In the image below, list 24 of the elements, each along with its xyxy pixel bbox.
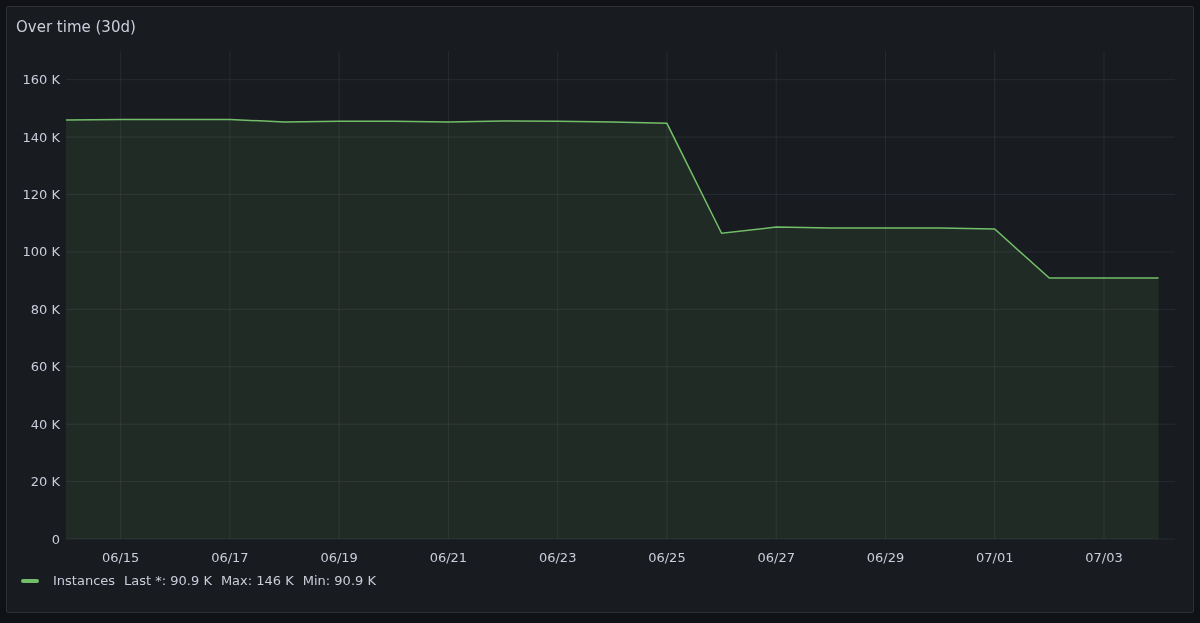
x-axis-label: 06/15 xyxy=(101,550,140,565)
legend-stat: Last *: 90.9 K xyxy=(124,573,212,588)
y-axis-label: 60 K xyxy=(30,359,60,375)
y-axis-label: 20 K xyxy=(30,474,60,490)
y-axis-label: 40 K xyxy=(30,416,60,432)
legend-label[interactable]: Instances xyxy=(53,573,116,588)
x-axis-label: 06/23 xyxy=(538,550,577,565)
y-axis-label: 100 K xyxy=(22,244,60,260)
y-axis-label: 160 K xyxy=(22,72,60,88)
y-axis-label: 140 K xyxy=(22,129,60,145)
legend-stat: Min: 90.9 K xyxy=(302,573,376,588)
y-axis-label: 0 xyxy=(51,531,60,547)
x-axis-label: 06/17 xyxy=(211,550,249,565)
panel-title: Over time (30d) xyxy=(15,17,137,38)
y-axis-label: 80 K xyxy=(30,301,60,317)
x-axis-label: 06/29 xyxy=(866,550,905,565)
x-axis-label: 06/19 xyxy=(320,550,358,565)
x-axis-label: 06/21 xyxy=(429,550,468,565)
x-axis-label: 06/25 xyxy=(648,550,686,565)
x-axis-label: 07/03 xyxy=(1085,550,1123,565)
y-axis-label: 120 K xyxy=(22,187,60,203)
legend-stat: Max: 146 K xyxy=(220,573,294,588)
x-axis-label: 06/27 xyxy=(757,550,795,565)
x-axis-label: 07/01 xyxy=(976,550,1014,565)
